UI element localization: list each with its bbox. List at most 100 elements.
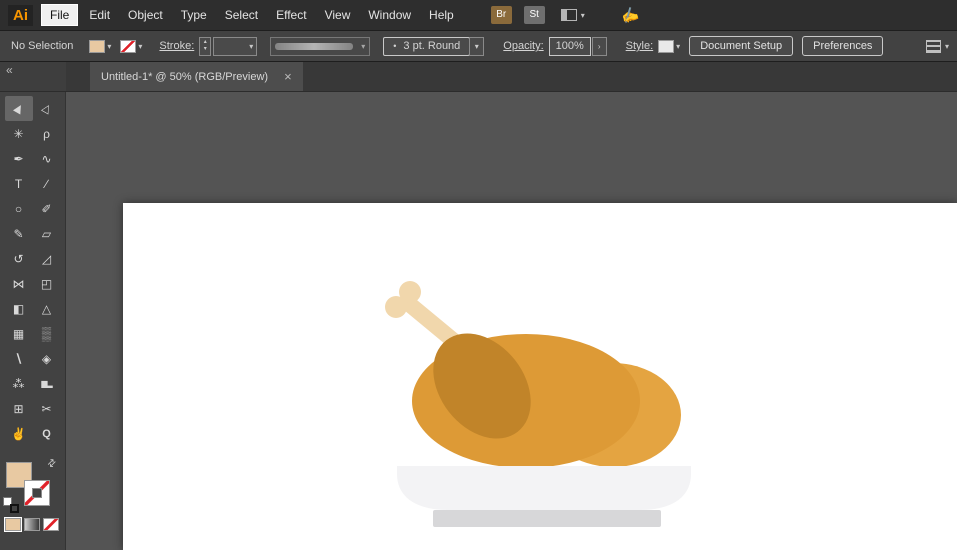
ellipse-tool[interactable]: ○	[5, 196, 33, 221]
menubar: Ai File Edit Object Type Select Effect V…	[0, 0, 957, 30]
slice-tool[interactable]: ✂	[33, 396, 61, 421]
stroke-weight-stepper[interactable]: ▴ ▾	[199, 37, 211, 56]
selection-tool[interactable]: ▶	[5, 96, 33, 121]
canvas[interactable]	[67, 92, 957, 550]
bridge-button[interactable]: Br	[491, 6, 512, 24]
ellipse-tool-icon: ○	[15, 202, 22, 216]
type-tool[interactable]: T	[5, 171, 33, 196]
artboard-tool[interactable]: ⊞	[5, 396, 33, 421]
width-profile-dropdown[interactable]: ▾	[270, 37, 370, 56]
color-mode-button[interactable]	[5, 518, 21, 531]
align-dropdown[interactable]: ▾	[926, 40, 949, 53]
perspective-grid-tool-icon: △	[42, 302, 51, 316]
gradient-mode-button[interactable]	[24, 518, 40, 531]
illustrator-logo[interactable]: Ai	[8, 5, 33, 26]
toolbar-collapse-button[interactable]: «	[0, 62, 66, 91]
plate-shape[interactable]	[397, 466, 691, 510]
curvature-tool[interactable]: ∿	[33, 146, 61, 171]
pen-tool[interactable]: ✒	[5, 146, 33, 171]
eraser-tool[interactable]: ▱	[33, 221, 61, 246]
spinner-up-icon[interactable]: ▴	[204, 39, 207, 46]
direct-selection-tool[interactable]: ▷	[33, 96, 61, 121]
rotate-tool[interactable]: ↺	[5, 246, 33, 271]
opacity-panel-link[interactable]: Opacity:	[503, 40, 543, 52]
perspective-grid-tool[interactable]: △	[33, 296, 61, 321]
fill-color-dropdown[interactable]: ▾	[89, 40, 111, 53]
free-transform-tool[interactable]: ◰	[33, 271, 61, 296]
bone-knob-left-shape[interactable]	[385, 296, 407, 318]
rotate-tool-icon: ↺	[13, 252, 23, 266]
menu-type[interactable]: Type	[172, 4, 216, 26]
menu-effect[interactable]: Effect	[267, 4, 315, 26]
swap-fill-stroke-icon[interactable]: ⇄	[45, 457, 59, 471]
blend-tool-icon: ◈	[42, 352, 51, 366]
width-tool-icon: ⋈	[13, 277, 25, 291]
mesh-tool[interactable]: ▦	[5, 321, 33, 346]
style-panel-link[interactable]: Style:	[626, 40, 654, 52]
lasso-tool[interactable]: ρ	[33, 121, 61, 146]
none-mode-button[interactable]	[43, 518, 59, 531]
stroke-color-dropdown[interactable]: ▾	[120, 40, 142, 53]
gradient-tool[interactable]: ▒	[33, 321, 61, 346]
menu-select[interactable]: Select	[216, 4, 267, 26]
menu-help[interactable]: Help	[420, 4, 463, 26]
default-fill-stroke-icon[interactable]	[3, 497, 19, 513]
column-graph-tool[interactable]: ▆▂	[33, 371, 61, 396]
preferences-button[interactable]: Preferences	[802, 36, 883, 56]
plate-base-shape[interactable]	[433, 510, 661, 527]
pencil-tool-icon: ✎	[13, 227, 23, 241]
menu-file[interactable]: File	[41, 4, 78, 26]
opacity-input[interactable]: 100%	[549, 37, 591, 56]
blend-tool[interactable]: ◈	[33, 346, 61, 371]
workspace-switcher[interactable]: ▾	[561, 9, 585, 21]
selection-tool-icon: ▶	[11, 102, 26, 116]
free-transform-tool-icon: ◰	[41, 277, 52, 291]
stroke-weight-dropdown[interactable]: ▾	[213, 37, 257, 56]
document-tab[interactable]: Untitled-1* @ 50% (RGB/Preview) ×	[90, 62, 303, 91]
brush-definition-dropdown[interactable]: • 3 pt. Round	[383, 37, 470, 56]
eraser-tool-icon: ▱	[42, 227, 51, 241]
pencil-tool[interactable]: ✎	[5, 221, 33, 246]
stock-button[interactable]: St	[524, 6, 545, 24]
menu-edit[interactable]: Edit	[80, 4, 119, 26]
artboard-tool-icon: ⊞	[13, 402, 23, 416]
zoom-tool[interactable]: Q	[33, 421, 61, 446]
brush-dropdown-arrow[interactable]: ▾	[469, 37, 484, 56]
opacity-dropdown-arrow[interactable]: ›	[592, 37, 607, 56]
close-tab-icon[interactable]: ×	[284, 69, 292, 84]
width-profile-preview	[275, 43, 353, 50]
artboard[interactable]	[123, 203, 957, 550]
symbol-sprayer-tool[interactable]: ⁂	[5, 371, 33, 396]
menu-object[interactable]: Object	[119, 4, 172, 26]
column-graph-tool-icon: ▆▂	[41, 379, 51, 388]
hand-tool[interactable]: ✌	[5, 421, 33, 446]
document-tab-title: Untitled-1* @ 50% (RGB/Preview)	[101, 71, 268, 83]
chevron-down-icon: ▾	[581, 11, 585, 20]
width-tool[interactable]: ⋈	[5, 271, 33, 296]
paintbrush-tool[interactable]: ✐	[33, 196, 61, 221]
shape-builder-tool[interactable]: ◧	[5, 296, 33, 321]
tools-grid: ▶ ▷ ✳ ρ ✒ ∿ T ∕ ○ ✐ ✎ ▱ ↺ ◿ ⋈ ◰ ◧ △ ▦ ▒ …	[0, 92, 65, 446]
stroke-panel-link[interactable]: Stroke:	[159, 40, 194, 52]
menu-view[interactable]: View	[316, 4, 360, 26]
spinner-down-icon[interactable]: ▾	[204, 46, 207, 53]
eyedropper-tool[interactable]: ∖	[5, 346, 33, 371]
menu-window[interactable]: Window	[359, 4, 420, 26]
shape-builder-tool-icon: ◧	[13, 302, 24, 316]
stroke-none-swatch	[120, 40, 136, 53]
document-setup-button[interactable]: Document Setup	[689, 36, 793, 56]
direct-selection-tool-icon: ▷	[39, 102, 54, 116]
style-dropdown[interactable]: ▾	[658, 40, 680, 53]
paintbrush-tool-icon: ✐	[41, 202, 51, 216]
line-segment-tool[interactable]: ∕	[33, 171, 61, 196]
magic-wand-tool[interactable]: ✳	[5, 121, 33, 146]
control-bar: No Selection ▾ ▾ Stroke: ▴ ▾ ▾ ▾ • 3 pt.…	[0, 30, 957, 62]
fill-stroke-widget: ⇄	[6, 462, 62, 518]
chevron-down-icon: ▾	[676, 42, 680, 51]
share-hand-icon[interactable]: ✍	[618, 4, 640, 26]
brush-dot-icon: •	[393, 41, 396, 51]
hand-tool-icon: ✌	[11, 427, 26, 441]
stroke-indicator[interactable]	[24, 480, 50, 506]
scale-tool[interactable]: ◿	[33, 246, 61, 271]
stroke-indicator-hole	[32, 488, 42, 498]
